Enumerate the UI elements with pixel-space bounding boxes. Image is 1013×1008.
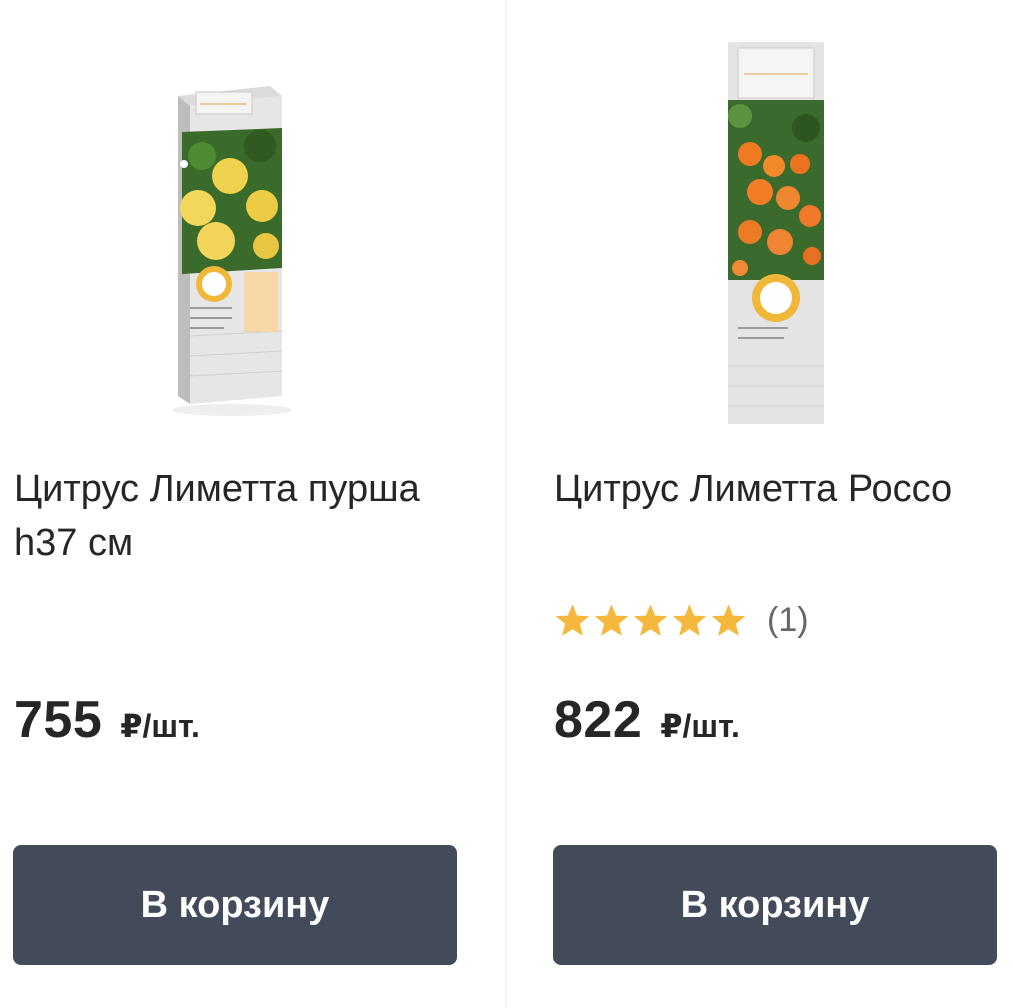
price-value: 822 — [554, 691, 643, 749]
product-title[interactable]: Цитрус Лиметта пурша h37 см — [14, 462, 474, 570]
star-icon — [633, 603, 668, 636]
column-divider — [505, 0, 507, 1008]
product-card: Цитрус Лиметта Россо (1) 822 ₽/шт. В кор… — [540, 0, 1013, 1008]
add-to-cart-button[interactable]: В корзину — [13, 845, 457, 965]
product-price: 822 ₽/шт. — [554, 690, 740, 750]
price-value: 755 — [14, 691, 103, 749]
price-unit: ₽/шт. — [660, 708, 740, 744]
rating-stars — [554, 602, 747, 639]
star-icon — [672, 603, 707, 636]
rating-count: (1) — [767, 600, 809, 639]
product-title[interactable]: Цитрус Лиметта Россо — [554, 462, 1013, 516]
package-illustration — [728, 42, 824, 424]
product-rating[interactable]: (1) — [554, 598, 809, 642]
price-unit: ₽/шт. — [120, 708, 200, 744]
product-image[interactable] — [120, 36, 360, 430]
product-grid: Цитрус Лиметта пурша h37 см 755 ₽/шт. В … — [0, 0, 1013, 1008]
star-icon — [711, 603, 746, 636]
star-icon — [594, 603, 629, 636]
product-price: 755 ₽/шт. — [14, 690, 200, 750]
product-image[interactable] — [710, 36, 950, 430]
add-to-cart-button[interactable]: В корзину — [553, 845, 997, 965]
star-icon — [555, 603, 590, 636]
package-illustration — [172, 86, 292, 416]
product-card: Цитрус Лиметта пурша h37 см 755 ₽/шт. В … — [0, 0, 490, 1008]
